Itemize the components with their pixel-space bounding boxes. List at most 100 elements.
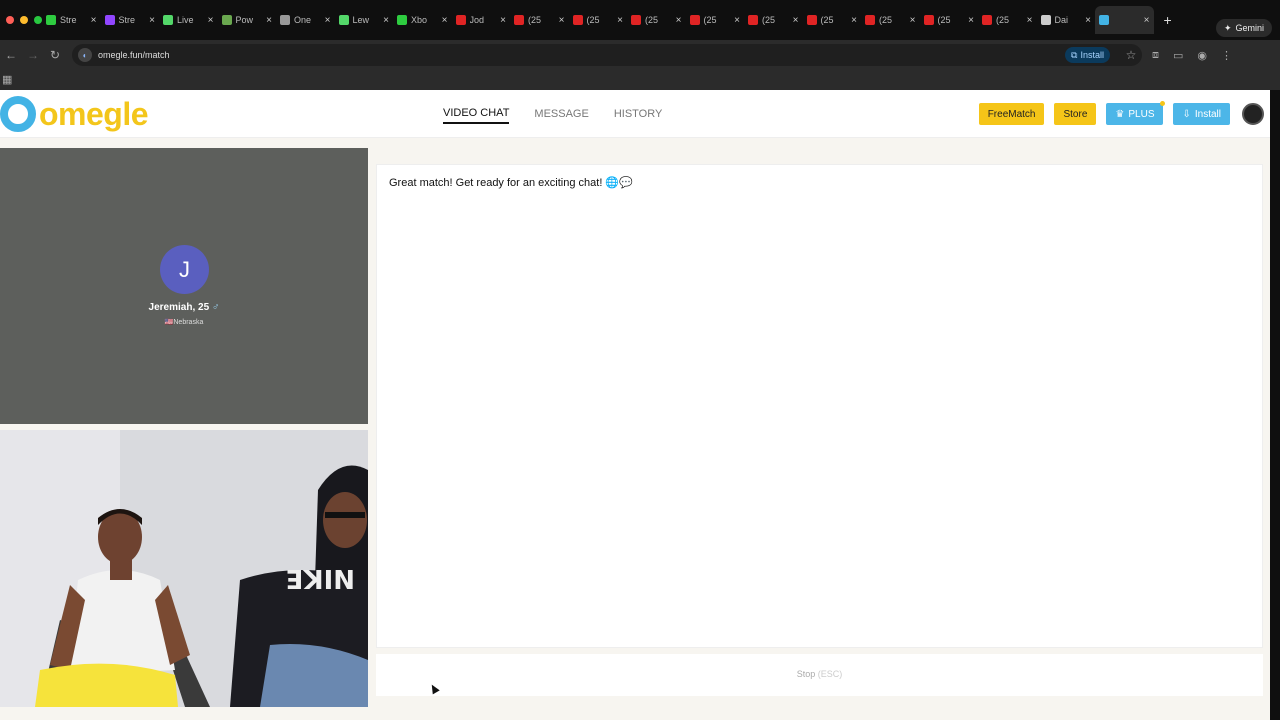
reload-icon[interactable]: ↻ [44,48,66,62]
browser-tab[interactable]: Live × [159,6,218,34]
browser-tab[interactable]: Jod × [452,6,511,34]
local-video-feed: NIKE [0,430,368,707]
browser-tab[interactable]: (25 × [569,6,628,34]
gemini-label: Gemini [1235,23,1264,33]
globe-icon [280,15,290,25]
tab-close-icon[interactable]: × [617,15,623,26]
youtube-icon [514,15,524,25]
window-controls [0,16,42,24]
remote-user-avatar: J [160,245,209,294]
browser-tab[interactable]: (25 × [627,6,686,34]
store-button[interactable]: Store [1054,103,1097,125]
youtube-icon [982,15,992,25]
tab-close-icon[interactable]: × [208,15,214,26]
url-text[interactable]: omegle.fun/match [98,50,170,60]
user-avatar[interactable] [1242,103,1264,125]
tab-close-icon[interactable]: × [91,15,97,26]
toolbar-right-icons: ⧈ ▭ ◉ ⋮ [1152,49,1232,62]
browser-tab[interactable]: (25 × [861,6,920,34]
gemini-icon: ✦ [1223,22,1232,33]
site-info-icon[interactable]: ◐ [78,48,92,62]
side-panel-icon[interactable]: ▭ [1173,49,1183,62]
stop-button[interactable]: Stop (ESC) [376,669,1263,679]
download-icon: ⇩ [1182,108,1191,120]
tab-close-icon[interactable]: × [325,15,331,26]
browser-tab[interactable]: (25 × [510,6,569,34]
tab-close-icon[interactable]: × [266,15,272,26]
browser-tab-label: Jod [469,15,485,25]
stop-label: Stop [796,669,816,679]
back-arrow-icon[interactable]: ← [0,48,22,62]
install-app-pill[interactable]: ⧉ Install [1065,47,1110,63]
camera-feed-image: NIKE [0,430,368,707]
kick-icon [46,15,56,25]
maximize-window-button[interactable] [34,16,42,24]
install-button[interactable]: ⇩ Install [1173,103,1230,125]
youtube-icon [689,15,700,25]
crown-icon: ♛ [1115,108,1125,120]
browser-tab[interactable]: Dai × [1037,6,1096,34]
browser-tab[interactable]: (25 × [744,6,803,34]
browser-tab[interactable]: Lew × [335,6,394,34]
youtube-icon [865,15,875,25]
youtube-icon [631,15,641,25]
tab-close-icon[interactable]: × [1085,15,1091,26]
url-omnibox[interactable]: ◐ omegle.fun/match ⧉ Install ☆ [72,44,1142,66]
browser-tab[interactable]: Stre × [101,6,160,34]
freematch-button[interactable]: FreeMatch [978,103,1045,125]
browser-tab-label: (25 [703,15,717,25]
tab-close-icon[interactable]: × [149,15,155,26]
tab-close-icon[interactable]: × [734,15,740,26]
nav-video-chat[interactable]: VIDEO CHAT [443,104,510,124]
extensions-icon[interactable]: ⧈ [1152,49,1159,62]
tab-close-icon[interactable]: × [559,15,565,26]
tab-close-icon[interactable]: × [442,15,448,26]
profile-icon[interactable]: ◉ [1197,49,1207,62]
browser-tab-label: Pow [235,15,254,25]
tab-close-icon[interactable]: × [1027,15,1033,26]
browser-menu-icon[interactable]: ⋮ [1221,49,1232,62]
tab-close-icon[interactable]: × [851,15,857,26]
nav-history[interactable]: HISTORY [614,90,663,138]
browser-tab[interactable]: (25 × [920,6,979,34]
new-tab-button[interactable]: + [1164,12,1172,28]
tab-close-icon[interactable]: × [910,15,916,26]
plus-button[interactable]: ♛ PLUS [1106,101,1166,125]
tab-strip: Stre × Stre × Live × Pow × One × Lew × Xbo × Jod × (25 ×(… [42,0,1154,40]
tab-close-icon[interactable]: × [383,15,389,26]
browser-tab[interactable]: Stre × [42,6,101,34]
omegle-logo[interactable]: omegle [0,96,149,132]
bookmark-star-icon[interactable]: ☆ [1120,48,1142,62]
browser-tab-label: (25 [528,15,542,25]
browser-tab-label: (25 [586,15,600,25]
minimize-window-button[interactable] [20,16,28,24]
tab-close-icon[interactable]: × [500,15,506,26]
browser-tab-label: (25 [820,15,834,25]
browser-tab[interactable]: (25 × [686,6,745,34]
twitch-icon [104,15,115,25]
omegle-icon [1099,15,1109,25]
remote-user-name-text: Jeremiah, 25 [148,302,210,313]
x-icon [1040,15,1051,25]
browser-tab[interactable]: Pow × [218,6,277,34]
header-actions: FreeMatch Store ♛ PLUS ⇩ Install [978,101,1264,125]
browser-tab[interactable]: (25 × [978,6,1037,34]
close-window-button[interactable] [6,16,14,24]
site-header: omegle VIDEO CHAT MESSAGE HISTORY FreeMa… [0,90,1270,138]
youtube-icon [572,15,583,25]
browser-tab[interactable]: Xbo × [393,6,452,34]
tab-close-icon[interactable]: × [968,15,974,26]
tab-close-icon[interactable]: × [676,15,682,26]
tab-close-icon[interactable]: × [793,15,799,26]
notification-dot [1160,101,1166,106]
apps-grid-icon[interactable]: ▦ [2,73,12,86]
browser-tab[interactable]: (25 × [803,6,862,34]
tab-close-icon[interactable]: × [1144,15,1150,26]
remote-video-panel: J Jeremiah, 25 ♂ 🇺🇸Nebraska [0,148,368,424]
nav-message[interactable]: MESSAGE [534,90,588,138]
browser-tab[interactable]: × [1095,6,1154,34]
gemini-button[interactable]: ✦ Gemini [1215,19,1272,37]
browser-tab-label: (25 [645,15,659,25]
browser-tab[interactable]: One × [276,6,335,34]
forward-arrow-icon[interactable]: → [22,48,44,62]
